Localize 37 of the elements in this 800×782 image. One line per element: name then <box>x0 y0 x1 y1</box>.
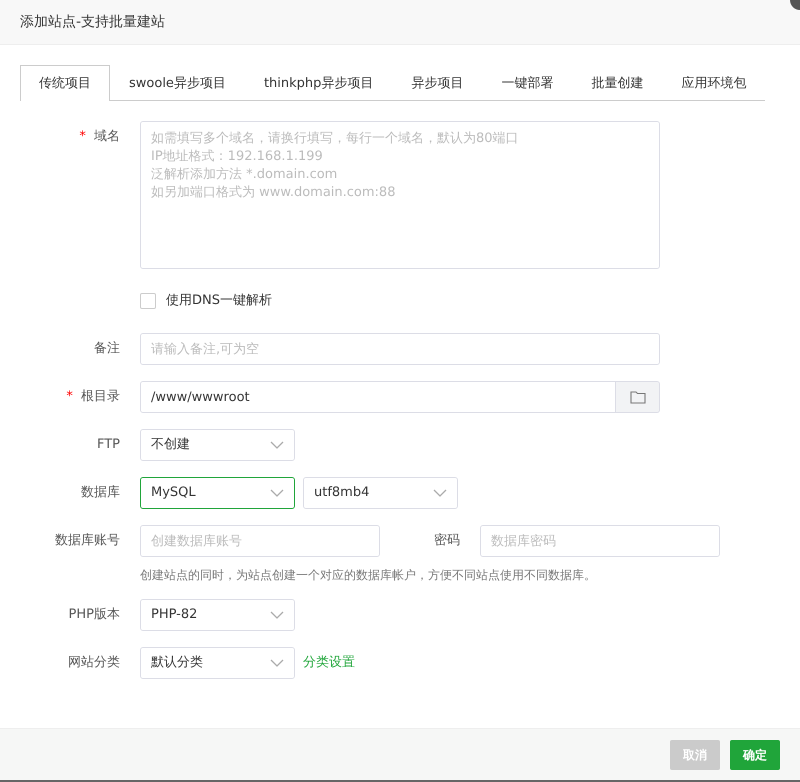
select-field[interactable]: utf8mb4 <box>303 477 458 509</box>
field-label: 网站分类 <box>68 655 120 670</box>
checkbox-label: 使用DNS一键解析 <box>166 292 272 310</box>
field-label: 备注 <box>94 341 120 356</box>
field-label: PHP版本 <box>68 607 120 622</box>
tab[interactable]: 批量创建 <box>572 65 662 101</box>
text-field[interactable]: 创建数据库账号 <box>140 525 380 557</box>
caret-icon <box>270 611 284 619</box>
text-field[interactable]: 请输入备注,可为空 <box>140 333 660 365</box>
tab[interactable]: 异步项目 <box>392 65 482 101</box>
field-label: * 根目录 <box>66 389 120 404</box>
caret-icon <box>270 489 284 497</box>
caret-icon <box>270 441 284 449</box>
field-label: * 域名 <box>79 129 120 144</box>
select-field[interactable]: 默认分类 <box>140 647 295 679</box>
caret-icon <box>433 489 447 497</box>
field-label: FTP <box>96 437 120 452</box>
folder-icon <box>630 390 646 404</box>
dialog-title: 添加站点-支持批量建站 <box>20 12 166 32</box>
folder-button[interactable] <box>616 381 660 413</box>
field-label: 数据库账号 <box>55 533 120 548</box>
tab[interactable]: swoole异步项目 <box>110 65 245 101</box>
tab[interactable]: 应用环境包 <box>662 65 766 101</box>
domain-textarea[interactable]: 如需填写多个域名，请换行填写，每行一个域名，默认为80端口 IP地址格式：192.168.1.199 泛解析添加方法 *.domain.com 如另加端口格式为 www.domain.com:88 <box>140 121 660 269</box>
path-field[interactable]: /www/wwwroot <box>140 381 616 413</box>
caret-icon <box>270 659 284 667</box>
field-label: 数据库 <box>81 485 120 500</box>
checkbox[interactable] <box>140 293 156 309</box>
tab[interactable]: 一键部署 <box>482 65 572 101</box>
select-field[interactable]: MySQL <box>140 477 295 509</box>
select-field[interactable]: 不创建 <box>140 429 295 461</box>
password-field[interactable]: 数据库密码 <box>480 525 720 557</box>
field-label: 密码 <box>434 533 460 548</box>
tab[interactable]: thinkphp异步项目 <box>244 65 392 101</box>
tab[interactable]: 传统项目 <box>20 65 110 101</box>
select-field[interactable]: PHP-82 <box>140 599 295 631</box>
hint-text: 创建站点的同时，为站点创建一个对应的数据库帐户，方便不同站点使用不同数据库。 <box>140 567 597 584</box>
